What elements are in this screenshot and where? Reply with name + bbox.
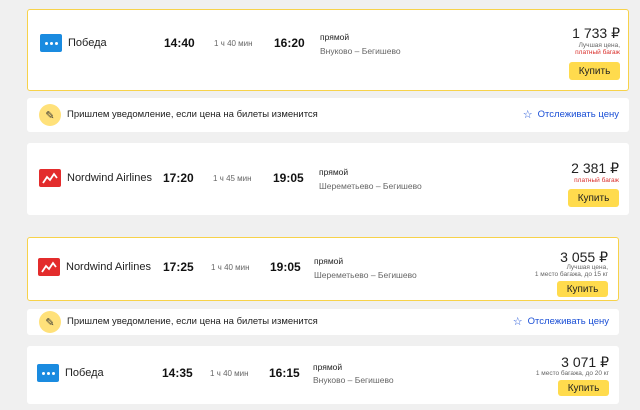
flight-duration: 1 ч 40 мин <box>210 369 249 378</box>
arrival-time: 16:20 <box>274 36 305 50</box>
route-type: прямой <box>313 362 343 372</box>
price: 2 381 ₽ <box>571 160 619 176</box>
price-alert-text: Пришлем уведомление, если цена на билеты… <box>67 316 318 327</box>
price-alert-banner: ✎ Пришлем уведомление, если цена на биле… <box>27 98 629 132</box>
route: Внуково – Бегишево <box>320 46 401 56</box>
route-type: прямой <box>320 32 350 42</box>
track-price-link[interactable]: ☆ Отслеживать цену <box>513 315 609 328</box>
airline-name: Nordwind Airlines <box>66 261 151 273</box>
arrival-time: 19:05 <box>273 171 304 185</box>
buy-button[interactable]: Купить <box>568 189 619 207</box>
track-price-label: Отслеживать цену <box>537 109 619 120</box>
price-alert-icon: ✎ <box>39 311 61 333</box>
route: Внуково – Бегишево <box>313 375 394 385</box>
pobeda-logo <box>40 34 62 52</box>
price-alert-text: Пришлем уведомление, если цена на билеты… <box>67 109 318 120</box>
flight-card[interactable]: Nordwind Airlines 17:25 1 ч 40 мин 19:05… <box>27 237 619 301</box>
price: 1 733 ₽ <box>572 25 620 41</box>
route: Шереметьево – Бегишево <box>314 270 417 280</box>
airline-name: Победа <box>68 37 107 49</box>
pobeda-logo <box>37 364 59 382</box>
airline: Победа <box>40 34 107 52</box>
arrival-time: 19:05 <box>270 260 301 274</box>
airline: Nordwind Airlines <box>39 169 152 187</box>
flight-duration: 1 ч 45 мин <box>213 174 252 183</box>
buy-button[interactable]: Купить <box>569 62 620 80</box>
baggage-note: платный багаж <box>575 49 620 56</box>
baggage-note: платный багаж <box>574 177 619 184</box>
flight-card[interactable]: Nordwind Airlines 17:20 1 ч 45 мин 19:05… <box>27 143 629 215</box>
flight-card[interactable]: Победа 14:35 1 ч 40 мин 16:15 прямой Вну… <box>27 346 619 404</box>
nordwind-logo <box>39 169 61 187</box>
route: Шереметьево – Бегишево <box>319 181 422 191</box>
star-icon: ☆ <box>512 316 523 328</box>
airline-name: Победа <box>65 367 104 379</box>
route-type: прямой <box>314 256 344 266</box>
track-price-link[interactable]: ☆ Отслеживать цену <box>523 108 619 121</box>
buy-button[interactable]: Купить <box>558 380 609 396</box>
buy-button[interactable]: Купить <box>557 281 608 297</box>
price: 3 071 ₽ <box>561 354 609 370</box>
flight-card[interactable]: Победа 14:40 1 ч 40 мин 16:20 прямой Вну… <box>27 9 629 91</box>
departure-time: 17:25 <box>163 260 194 274</box>
price-alert-banner: ✎ Пришлем уведомление, если цена на биле… <box>27 309 619 335</box>
route-type: прямой <box>319 167 349 177</box>
baggage-note: 1 место багажа, до 20 кг <box>535 370 609 377</box>
departure-time: 14:40 <box>164 36 195 50</box>
flight-duration: 1 ч 40 мин <box>211 263 250 272</box>
arrival-time: 16:15 <box>269 366 300 380</box>
nordwind-logo <box>38 258 60 276</box>
flight-duration: 1 ч 40 мин <box>214 39 253 48</box>
price-alert-icon: ✎ <box>39 104 61 126</box>
departure-time: 17:20 <box>163 171 194 185</box>
airline: Nordwind Airlines <box>38 258 151 276</box>
track-price-label: Отслеживать цену <box>527 316 609 327</box>
departure-time: 14:35 <box>162 366 193 380</box>
baggage-note: 1 место багажа, до 15 кг <box>534 271 608 278</box>
airline-name: Nordwind Airlines <box>67 172 152 184</box>
star-icon: ☆ <box>522 109 533 121</box>
airline: Победа <box>37 364 104 382</box>
search-results-page: Победа 14:40 1 ч 40 мин 16:20 прямой Вну… <box>0 0 640 410</box>
